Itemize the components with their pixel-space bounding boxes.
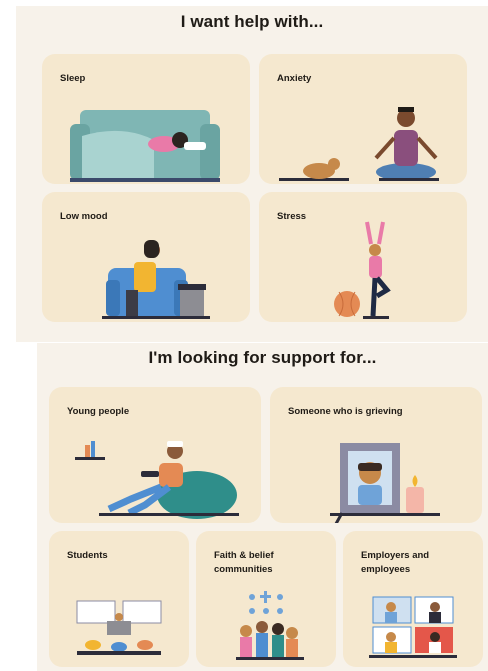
- card-anxiety[interactable]: Anxiety: [259, 54, 467, 184]
- card-faith-communities[interactable]: Faith & belief communities: [196, 531, 336, 667]
- students-illustration: [76, 600, 162, 655]
- card-grieving[interactable]: Someone who is grieving: [270, 387, 482, 523]
- low-mood-illustration: [102, 240, 210, 319]
- faith-symbols-icon: [249, 591, 283, 614]
- card-young-people[interactable]: Young people: [49, 387, 261, 523]
- grieving-illustration: [330, 443, 440, 523]
- card-low-mood[interactable]: Low mood: [42, 192, 250, 322]
- card-employers-employees[interactable]: Employers and employees: [343, 531, 483, 667]
- anxiety-illustration: [279, 107, 439, 181]
- help-section-heading: I want help with...: [180, 12, 324, 31]
- faith-communities-illustration: [236, 591, 304, 660]
- help-section: I want help with... Sleep Anxiety Low mo…: [16, 6, 488, 342]
- young-people-illustration: [75, 441, 239, 519]
- card-stress[interactable]: Stress: [259, 192, 467, 322]
- sleep-illustration: [70, 110, 220, 182]
- employers-employees-illustration: [369, 596, 457, 658]
- support-section-heading: I'm looking for support for...: [148, 348, 377, 367]
- support-section: I'm looking for support for... Young peo…: [37, 343, 488, 671]
- stress-illustration: [334, 221, 391, 319]
- card-sleep[interactable]: Sleep: [42, 54, 250, 184]
- card-students[interactable]: Students: [49, 531, 189, 667]
